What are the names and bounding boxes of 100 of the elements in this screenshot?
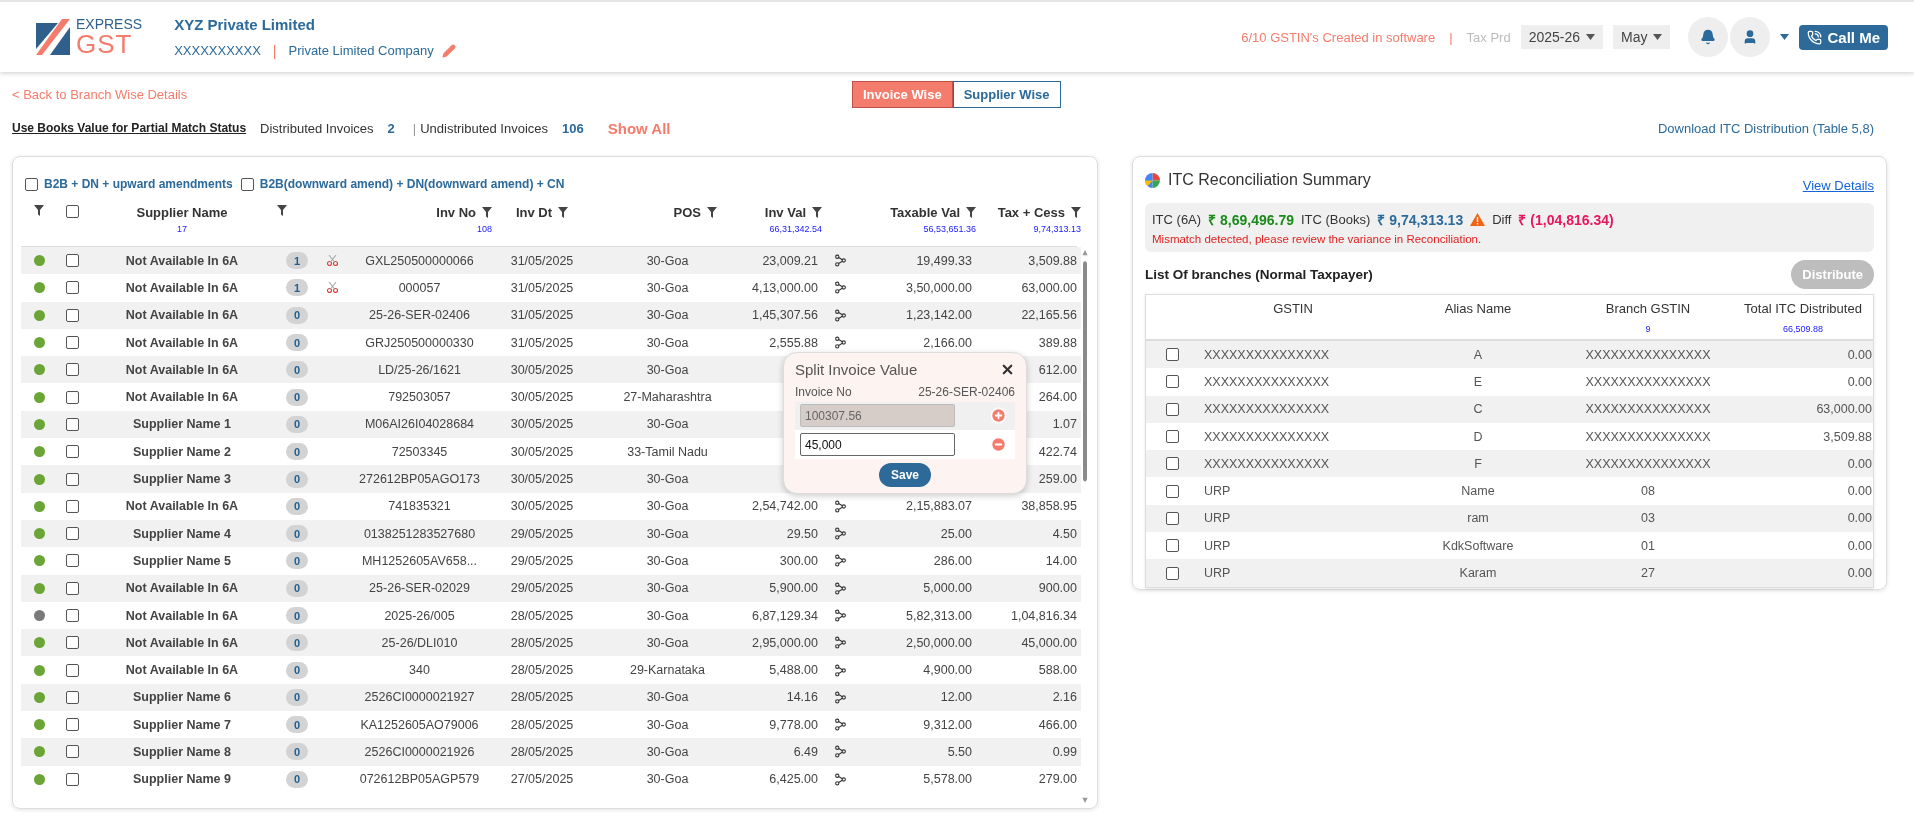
- scissors-icon[interactable]: [326, 255, 338, 267]
- invoice-number-cell-text: GXL250500000066: [364, 253, 475, 268]
- view-details-link[interactable]: View Details: [1802, 177, 1874, 193]
- taxable-value-cell-text: 286.00: [932, 553, 973, 568]
- checkbox[interactable]: [1165, 484, 1179, 498]
- pos-cell-text: 30-Goa: [645, 772, 690, 787]
- filter-label[interactable]: B2B + DN + upward amendments: [44, 177, 233, 191]
- total-itc-cell-text: 0.00: [1846, 347, 1873, 362]
- split-value-field[interactable]: 45,000: [800, 433, 955, 457]
- checkbox[interactable]: [65, 445, 79, 459]
- checkbox[interactable]: [1165, 430, 1179, 444]
- filter-icon[interactable]: [707, 207, 717, 218]
- filter-icon[interactable]: [812, 207, 822, 218]
- checkbox[interactable]: [240, 177, 254, 191]
- checkbox[interactable]: [65, 554, 79, 568]
- checkbox[interactable]: [65, 390, 79, 404]
- share-icon[interactable]: [833, 281, 847, 295]
- share-icon[interactable]: [833, 554, 847, 568]
- checkbox[interactable]: [65, 581, 79, 595]
- checkbox[interactable]: [65, 308, 79, 322]
- pos-cell-text: 30-Goa: [645, 308, 690, 323]
- pos-cell-text: 30-Goa: [645, 745, 690, 759]
- column-header: GSTIN: [1273, 301, 1313, 316]
- call-me-button[interactable]: Call Me: [1799, 24, 1888, 50]
- invoice-date-cell-text: 29/05/2025: [509, 553, 575, 568]
- column-total: 17: [177, 224, 187, 234]
- share-icon[interactable]: [833, 745, 847, 759]
- notification-button[interactable]: [1688, 17, 1729, 57]
- save-button[interactable]: Save: [879, 463, 931, 488]
- invoice-number-cell-text: 2025-26/005: [383, 608, 456, 623]
- checkbox[interactable]: [65, 336, 79, 350]
- checkbox[interactable]: [65, 609, 79, 622]
- checkbox[interactable]: [65, 205, 79, 218]
- share-icon[interactable]: [833, 527, 847, 541]
- checkbox[interactable]: [1165, 457, 1179, 471]
- checkbox[interactable]: [65, 690, 79, 704]
- checkbox[interactable]: [65, 663, 79, 677]
- checkbox[interactable]: [1165, 348, 1179, 362]
- checkbox[interactable]: [1165, 511, 1179, 525]
- share-icon[interactable]: [833, 581, 847, 595]
- checkbox[interactable]: [65, 527, 79, 541]
- books-value-link[interactable]: Use Books Value for Partial Match Status: [12, 121, 247, 135]
- checkbox[interactable]: [65, 281, 79, 295]
- filter-label[interactable]: B2B(downward amend) + DN(downward amend) + CN: [259, 177, 565, 191]
- share-icon[interactable]: [833, 772, 847, 786]
- gstin-cell-text: XXXXXXXXXXXXXXX: [1203, 374, 1331, 389]
- filter-icon[interactable]: [1071, 207, 1081, 218]
- checkbox[interactable]: [65, 254, 79, 268]
- view-tab[interactable]: Supplier Wise: [952, 81, 1061, 108]
- tax-cess-cell-text: 259.00: [1037, 472, 1078, 486]
- branch-gstin-cell-text: 03: [1640, 511, 1656, 526]
- share-icon[interactable]: [833, 718, 847, 732]
- checkbox[interactable]: [1165, 539, 1179, 553]
- filter-icon[interactable]: [277, 205, 287, 216]
- share-icon[interactable]: [833, 663, 847, 677]
- checkbox[interactable]: [65, 745, 79, 759]
- checkbox[interactable]: [65, 472, 79, 486]
- checkbox[interactable]: [65, 636, 79, 650]
- checkbox[interactable]: [65, 772, 79, 786]
- column-header: Supplier Name: [136, 205, 228, 220]
- checkbox[interactable]: [65, 499, 79, 513]
- filter-icon[interactable]: [34, 205, 44, 216]
- share-icon[interactable]: [833, 636, 847, 650]
- tax-cess-cell-text: 14.00: [1044, 553, 1078, 568]
- share-icon[interactable]: [833, 609, 847, 622]
- remove-icon[interactable]: [990, 436, 1007, 454]
- edit-icon[interactable]: [441, 43, 456, 58]
- share-icon[interactable]: [833, 336, 847, 350]
- gstin-cell-text: URP: [1203, 538, 1232, 553]
- download-link[interactable]: Download ITC Distribution (Table 5,8): [1657, 120, 1874, 136]
- checkbox[interactable]: [1165, 566, 1179, 580]
- checkbox[interactable]: [65, 363, 79, 377]
- taxable-value-cell-text: 25.00: [939, 526, 973, 541]
- year-dropdown[interactable]: 2025-26: [1520, 25, 1604, 49]
- gstin-cell-text: URP: [1203, 566, 1232, 580]
- share-icon[interactable]: [833, 690, 847, 704]
- count-badge: 0: [286, 607, 308, 624]
- tax-cess-cell-text: 45,000.00: [1020, 635, 1078, 650]
- invoice-date-cell-text: 30/05/2025: [509, 417, 575, 432]
- caret-icon: [1653, 34, 1663, 40]
- month-dropdown[interactable]: May: [1613, 25, 1671, 49]
- scissors-icon[interactable]: [326, 282, 338, 294]
- invoice-value-cell-text: 6,87,129.34: [750, 608, 819, 623]
- distributed-label: Distributed Invoices: [260, 120, 374, 136]
- supplier-cell-text: Supplier Name 7: [132, 717, 232, 732]
- filter-icon[interactable]: [482, 207, 492, 218]
- share-icon[interactable]: [833, 254, 847, 268]
- checkbox[interactable]: [25, 177, 38, 191]
- share-icon[interactable]: [833, 499, 847, 513]
- filter-icon[interactable]: [966, 207, 976, 218]
- checkbox[interactable]: [65, 417, 79, 431]
- checkbox[interactable]: [1165, 375, 1179, 389]
- checkbox[interactable]: [1165, 402, 1179, 416]
- add-icon[interactable]: [990, 407, 1007, 425]
- bell-icon: [1700, 29, 1717, 45]
- share-icon[interactable]: [833, 308, 847, 322]
- filter-icon[interactable]: [558, 207, 569, 218]
- count-badge: 0: [286, 552, 308, 570]
- user-button[interactable]: [1730, 17, 1771, 57]
- checkbox[interactable]: [65, 718, 79, 732]
